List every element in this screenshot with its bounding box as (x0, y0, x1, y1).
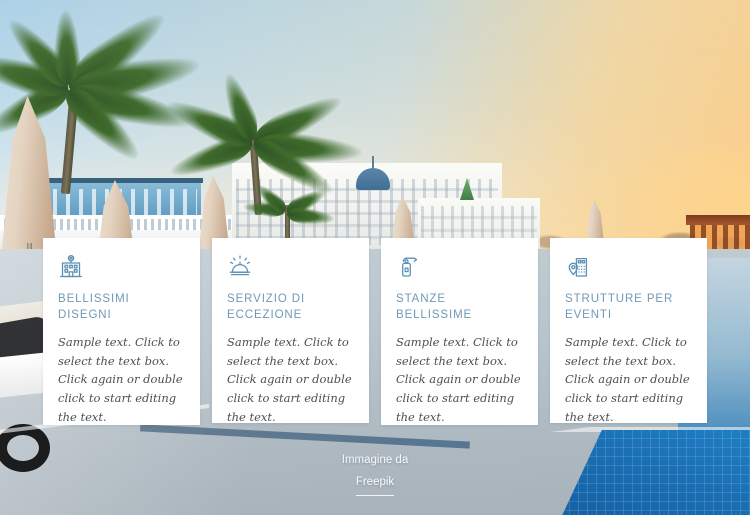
feature-card-text: Sample text. Click to select the text bo… (58, 335, 183, 424)
feature-card-row: BELLISSIMI DISEGNI Sample text. Click to… (43, 238, 707, 425)
feature-card-text: Sample text. Click to select the text bo… (565, 335, 690, 424)
feature-card-title: SERVIZIO DI ECCEZIONE (227, 293, 306, 321)
feature-card-strutture-per-eventi[interactable]: STRUTTURE PER EVENTI Sample text. Click … (550, 238, 707, 424)
feature-card-text: Sample text. Click to select the text bo… (396, 335, 521, 424)
feature-card-text: Sample text. Click to select the text bo… (227, 335, 352, 424)
feature-card-title: BELLISSIMI DISEGNI (58, 293, 130, 321)
event-venue-pin-icon (565, 254, 591, 280)
feature-card-bellissimi-disegni[interactable]: BELLISSIMI DISEGNI Sample text. Click to… (43, 238, 200, 425)
freepik-link[interactable]: Freepik (355, 472, 395, 496)
feature-card-title: STANZE BELLISSIME (396, 293, 473, 321)
feature-card-stanze-bellissime[interactable]: STANZE BELLISSIME Sample text. Click to … (381, 238, 538, 425)
page-root: BELLISSIMI DISEGNI Sample text. Click to… (0, 0, 750, 515)
door-hanger-icon (396, 254, 422, 280)
feature-card-title: STRUTTURE PER EVENTI (565, 293, 674, 321)
hotel-building-icon (58, 254, 84, 280)
image-credit-prefix: Immagine da (341, 454, 409, 466)
service-bell-icon (227, 254, 253, 280)
feature-card-servizio-di-eccezione[interactable]: SERVIZIO DI ECCEZIONE Sample text. Click… (212, 238, 369, 424)
image-credit: Immagine da Freepik (0, 450, 750, 496)
